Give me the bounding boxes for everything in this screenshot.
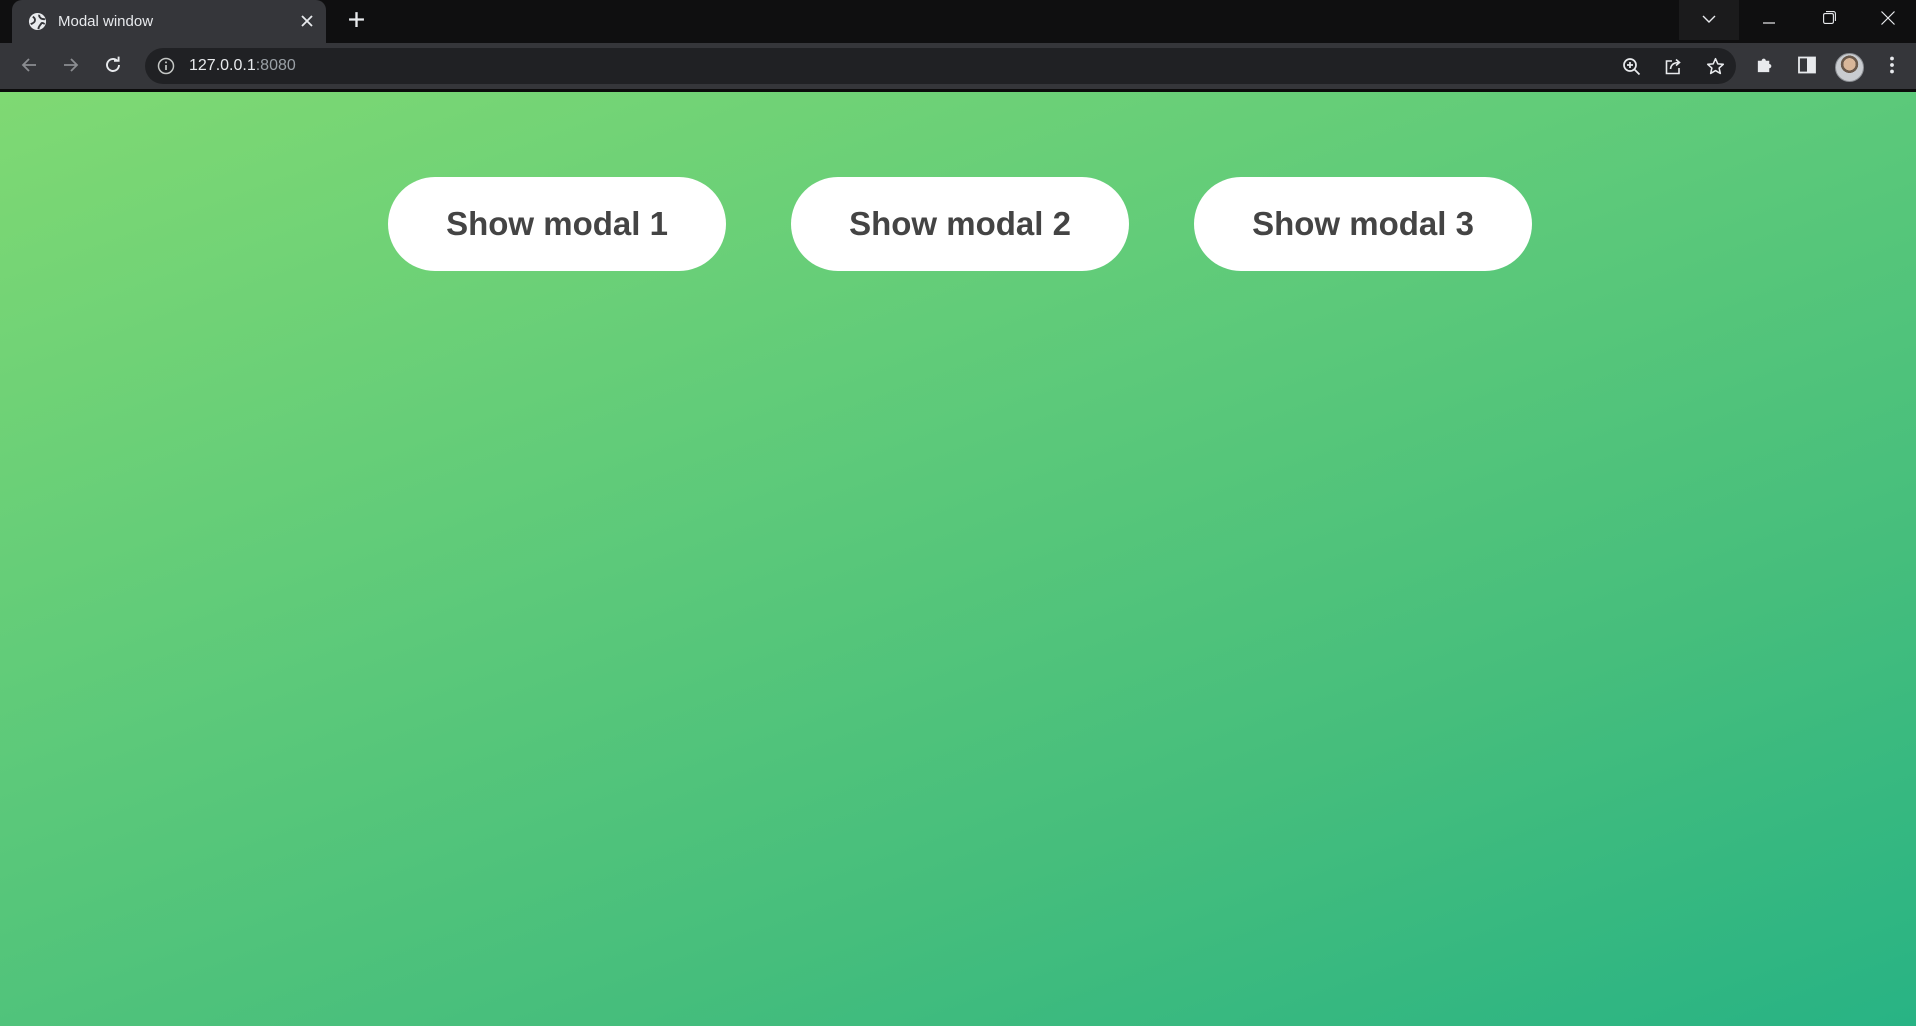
forward-button[interactable] [56,52,86,82]
restore-icon [1822,11,1836,29]
info-icon[interactable] [157,57,175,75]
show-modal-2-button[interactable]: Show modal 2 [791,177,1129,271]
reload-button[interactable] [98,52,128,82]
arrow-left-icon [20,56,38,79]
minimize-icon [1763,11,1775,29]
kebab-menu-icon [1889,56,1895,79]
profile-avatar[interactable] [1835,53,1864,82]
plus-icon [348,11,365,33]
arrow-right-icon [62,56,80,79]
close-icon [1880,10,1895,30]
window-close-button[interactable] [1859,0,1916,40]
browser-tab-strip: Modal window [0,0,1916,43]
minimize-button[interactable] [1739,0,1799,40]
url-host: 127.0.0.1 [189,57,256,74]
side-panel-icon [1798,56,1816,79]
show-modal-1-button[interactable]: Show modal 1 [388,177,726,271]
address-bar[interactable]: 127.0.0.1:8080 [145,48,1736,84]
show-modal-3-button[interactable]: Show modal 3 [1194,177,1532,271]
browser-menu-button[interactable] [1877,52,1907,82]
tab-search-button[interactable] [1679,0,1739,40]
reload-icon [104,56,122,79]
url-text: 127.0.0.1:8080 [189,57,296,75]
extensions-button[interactable] [1749,52,1779,82]
close-icon[interactable] [296,10,318,32]
restore-button[interactable] [1799,0,1859,40]
side-panel-button[interactable] [1792,52,1822,82]
chevron-down-icon [1702,11,1716,29]
new-tab-button[interactable] [340,7,372,37]
page-content: Show modal 1 Show modal 2 Show modal 3 [0,92,1916,1026]
back-button[interactable] [14,52,44,82]
share-icon[interactable] [1659,52,1687,80]
puzzle-icon [1755,55,1774,79]
zoom-icon[interactable] [1617,52,1645,80]
globe-icon [28,12,47,31]
tab-title: Modal window [58,13,154,30]
star-icon[interactable] [1701,52,1729,80]
browser-tab[interactable]: Modal window [12,0,326,43]
url-port: :8080 [255,57,296,74]
browser-toolbar: 127.0.0.1:8080 [0,43,1916,92]
